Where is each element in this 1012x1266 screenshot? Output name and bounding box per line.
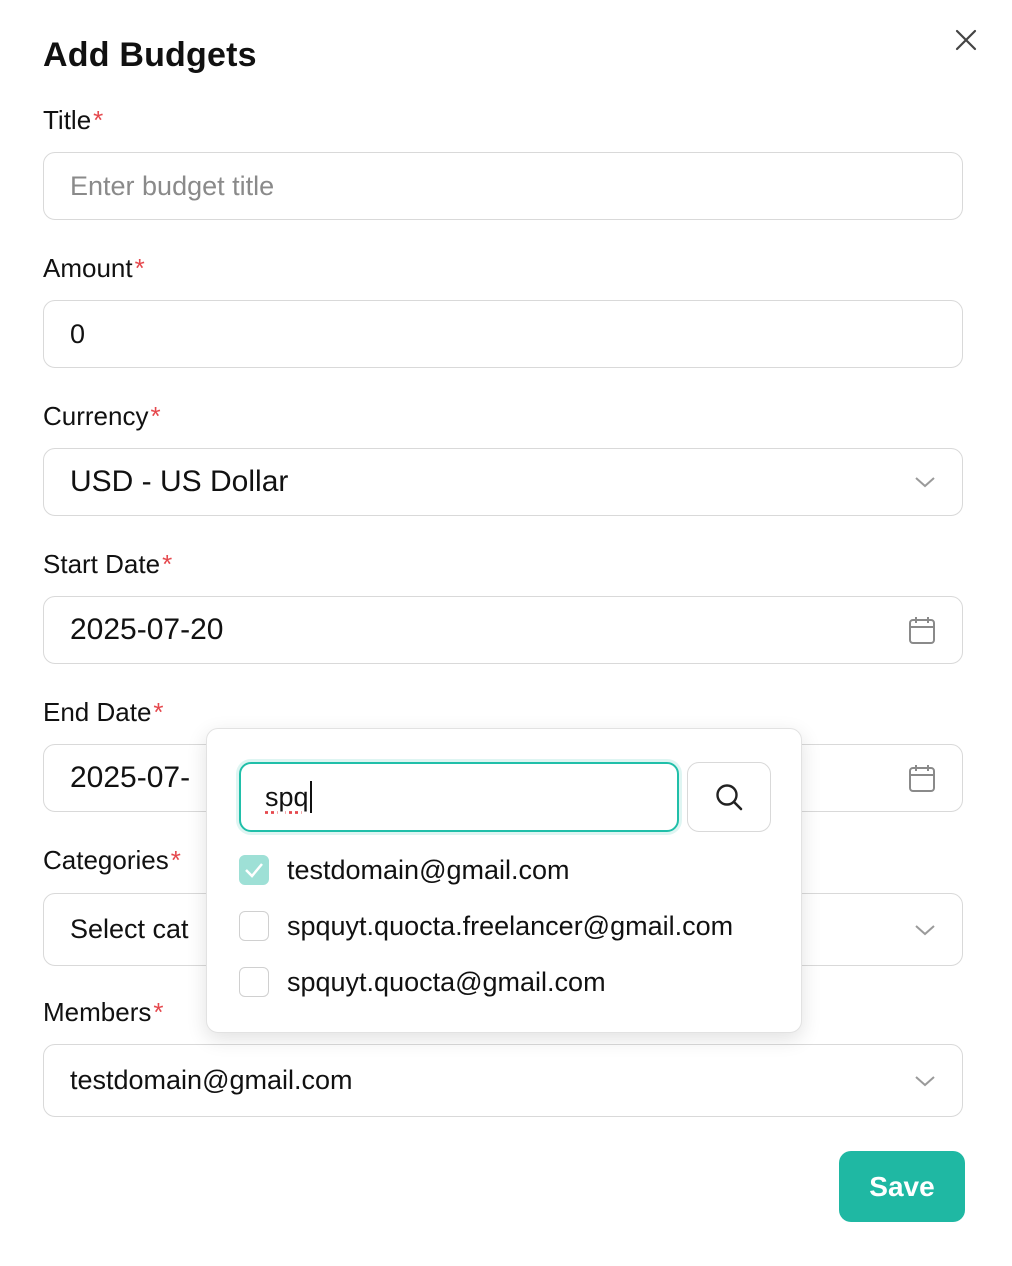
members-search-value: spq [265, 781, 309, 812]
search-icon [716, 784, 743, 811]
currency-select[interactable]: USD - US Dollar [43, 448, 963, 516]
save-button[interactable]: Save [839, 1151, 965, 1222]
text-caret [309, 781, 312, 813]
members-search-button[interactable] [687, 762, 771, 832]
member-option-label: spquyt.quocta.freelancer@gmail.com [287, 910, 734, 941]
member-option[interactable]: testdomain@gmail.com [239, 853, 570, 887]
add-budget-modal: Add Budgets Title* Enter budget title Am… [0, 0, 1012, 1266]
calendar-icon[interactable] [908, 763, 936, 793]
checkbox-checked[interactable] [239, 855, 269, 885]
title-label-text: Title [43, 105, 92, 135]
start-date-input[interactable]: 2025-07-20 [43, 596, 963, 664]
member-option[interactable]: spquyt.quocta.freelancer@gmail.com [239, 909, 733, 943]
amount-label: Amount* [43, 253, 145, 284]
chevron-down-icon [914, 475, 936, 489]
required-marker: * [153, 697, 164, 727]
required-marker: * [134, 253, 145, 283]
start-date-value: 2025-07-20 [70, 613, 224, 646]
amount-input[interactable]: 0 [43, 300, 963, 368]
categories-label-text: Categories [43, 845, 169, 875]
start-date-label: Start Date* [43, 549, 172, 580]
end-date-label: End Date* [43, 697, 164, 728]
currency-value: USD - US Dollar [70, 465, 289, 498]
required-marker: * [162, 549, 173, 579]
categories-label: Categories* [43, 845, 181, 876]
calendar-icon[interactable] [908, 615, 936, 645]
required-marker: * [153, 997, 164, 1027]
end-date-label-text: End Date [43, 697, 152, 727]
start-date-label-text: Start Date [43, 549, 161, 579]
chevron-down-icon [914, 1074, 936, 1088]
member-option[interactable]: spquyt.quocta@gmail.com [239, 965, 606, 999]
end-date-value: 2025-07- [70, 761, 191, 794]
checkbox[interactable] [239, 967, 269, 997]
categories-value: Select cat [70, 914, 189, 944]
required-marker: * [150, 401, 161, 431]
modal-title: Add Budgets [43, 36, 257, 74]
amount-value: 0 [70, 318, 86, 349]
title-label: Title* [43, 105, 103, 136]
title-placeholder: Enter budget title [70, 170, 275, 201]
members-search-input[interactable]: spq [239, 762, 679, 832]
members-dropdown: spq testdomain@gmail.com spquyt.quocta.f… [206, 728, 802, 1033]
member-option-label: testdomain@gmail.com [287, 854, 570, 885]
members-value: testdomain@gmail.com [70, 1065, 353, 1095]
required-marker: * [93, 105, 104, 135]
member-option-label: spquyt.quocta@gmail.com [287, 966, 606, 997]
title-input[interactable]: Enter budget title [43, 152, 963, 220]
currency-label-text: Currency [43, 401, 149, 431]
check-icon [245, 863, 263, 878]
checkbox[interactable] [239, 911, 269, 941]
amount-label-text: Amount [43, 253, 133, 283]
chevron-down-icon [914, 923, 936, 937]
members-label-text: Members [43, 997, 152, 1027]
members-label: Members* [43, 997, 163, 1028]
close-button[interactable] [950, 24, 982, 56]
currency-label: Currency* [43, 401, 161, 432]
required-marker: * [170, 845, 181, 875]
members-select[interactable]: testdomain@gmail.com [43, 1044, 963, 1117]
close-icon [955, 29, 977, 51]
